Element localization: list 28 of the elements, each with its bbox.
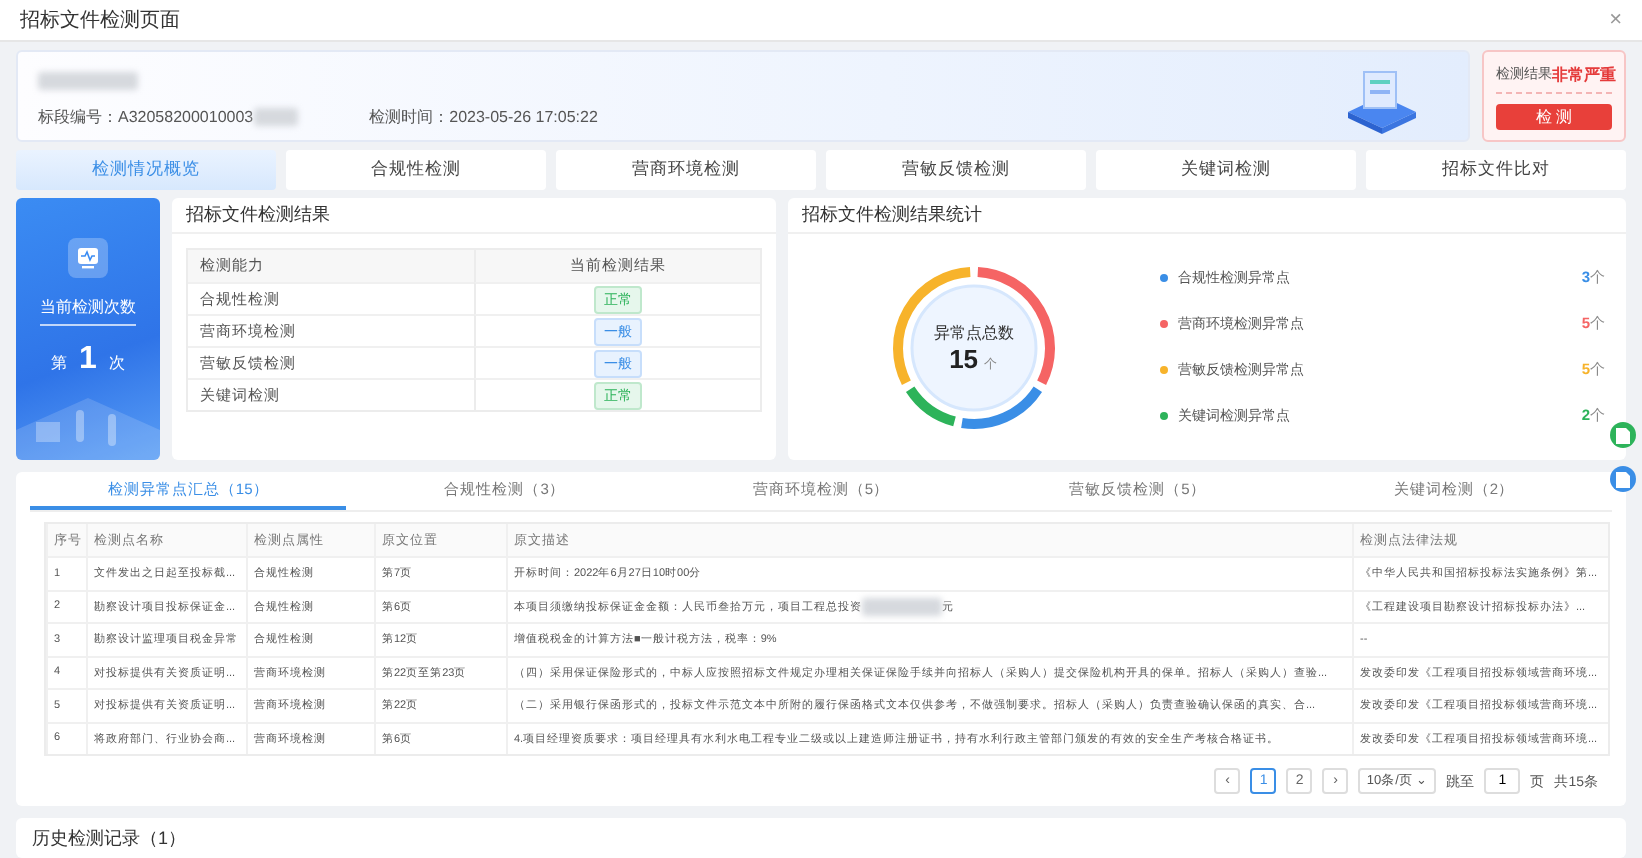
count-title: 当前检测次数 [40, 296, 136, 326]
tab[interactable]: 营商环境检测 [556, 150, 816, 190]
card-title: 招标文件检测结果 [186, 202, 330, 228]
window-title: 招标文件检测页面 [20, 7, 180, 34]
document-button[interactable] [1610, 466, 1636, 492]
tab[interactable]: 营敏反馈检测 [826, 150, 1086, 190]
tab[interactable]: 关键词检测 [1096, 150, 1356, 190]
total-label: 异常点总数 [933, 321, 1014, 343]
count-prefix: 第 [51, 352, 68, 374]
redacted-mark [38, 72, 138, 90]
tab[interactable]: 招标文件比对 [1366, 150, 1626, 190]
tab[interactable]: 检测情况概览 [16, 150, 276, 190]
history-title: 历史检测记录（1） [32, 825, 187, 851]
count-value: 1 [79, 342, 97, 378]
count-suffix: 次 [108, 352, 125, 374]
redacted-mark [253, 108, 298, 126]
redacted-mark [862, 597, 942, 616]
detect-time: 检测时间：2023-05-26 17:05:22 [369, 106, 598, 128]
document-icon [1616, 427, 1630, 443]
bid-number: 标段编号：A32058200010003 [38, 106, 254, 128]
monitor-icon [68, 238, 108, 278]
tab[interactable]: 合规性检测 [286, 150, 546, 190]
document-icon [1616, 471, 1630, 487]
detect-button[interactable]: 检 测 [1496, 103, 1612, 129]
document-button[interactable] [1610, 422, 1636, 448]
total-value: 15 [949, 343, 979, 373]
card-title: 招标文件检测结果统计 [801, 202, 982, 228]
result-value: 非常严重 [1552, 63, 1616, 85]
